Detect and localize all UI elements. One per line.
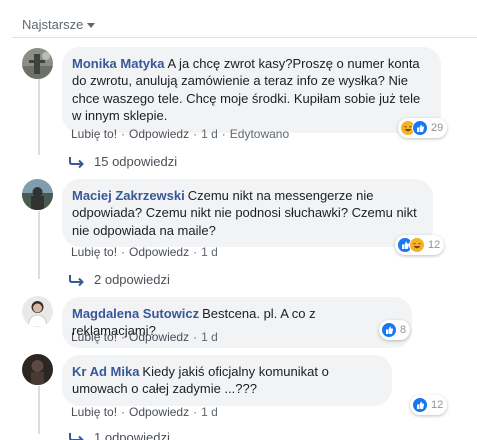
comment-author[interactable]: Magdalena Sutowicz <box>72 306 199 321</box>
comment-actions: Lubię to! · Odpowiedz · 1 d <box>71 245 218 259</box>
reaction-count: 12 <box>431 399 444 411</box>
view-replies-link[interactable]: 1 odpowiedzi <box>68 430 170 440</box>
view-replies-link[interactable]: 15 odpowiedzi <box>68 154 177 169</box>
comment-bubble: Kr Ad Mika Kiedy jakiś oficjalny komunika… <box>62 355 392 406</box>
comment-bubble: Maciej Zakrzewski Czemu nikt na messenger… <box>62 179 433 248</box>
separator-dot: · <box>193 330 198 344</box>
reaction-summary[interactable]: 12 <box>395 235 445 255</box>
separator-dot: · <box>193 127 198 141</box>
like-link[interactable]: Lubię to! <box>71 330 117 344</box>
replies-count: 2 odpowiedzi <box>94 272 170 287</box>
comment-time[interactable]: 1 d <box>201 245 218 259</box>
comment-time[interactable]: 1 d <box>201 405 218 419</box>
like-icon <box>412 397 428 413</box>
reaction-count: 12 <box>428 239 441 251</box>
avatar[interactable] <box>22 179 53 210</box>
sort-label: Najstarsze <box>22 17 84 32</box>
comment-bubble: Monika Matyka A ja chcę zwrot kasy?Proszę… <box>62 47 441 133</box>
thread-line <box>38 386 40 434</box>
like-link[interactable]: Lubię to! <box>71 405 117 419</box>
separator-dot: · <box>193 245 198 259</box>
comment-actions: Lubię to! · Odpowiedz · 1 d <box>71 330 218 344</box>
separator-dot: · <box>121 405 126 419</box>
edited-label: Edytowano <box>229 127 290 141</box>
comment-author[interactable]: Monika Matyka <box>72 56 164 71</box>
haha-icon <box>409 237 425 253</box>
divider <box>12 37 477 38</box>
comment-time[interactable]: 1 d <box>201 330 218 344</box>
reply-link[interactable]: Odpowiedz <box>129 127 189 141</box>
view-replies-link[interactable]: 2 odpowiedzi <box>68 272 170 287</box>
thread-line <box>38 211 40 279</box>
separator-dot: · <box>121 245 126 259</box>
avatar[interactable] <box>22 48 53 79</box>
separator-dot: · <box>121 330 126 344</box>
avatar[interactable] <box>22 354 53 385</box>
reaction-count: 29 <box>431 122 444 134</box>
reaction-count: 8 <box>400 324 407 336</box>
sort-dropdown[interactable]: Najstarsze <box>22 17 96 32</box>
like-icon <box>381 322 397 338</box>
comment-time[interactable]: 1 d <box>201 127 218 141</box>
replies-count: 1 odpowiedzi <box>94 430 170 440</box>
reply-arrow-icon <box>69 156 84 168</box>
comment-actions: Lubię to! · Odpowiedz · 1 d <box>71 405 218 419</box>
reply-link[interactable]: Odpowiedz <box>129 245 189 259</box>
like-icon <box>412 120 428 136</box>
separator-dot: · <box>221 127 226 141</box>
avatar[interactable] <box>22 296 53 327</box>
comment-author[interactable]: Maciej Zakrzewski <box>72 188 185 203</box>
reply-arrow-icon <box>69 432 84 440</box>
comment-actions: Lubię to! · Odpowiedz · 1 d · Edytowano <box>71 127 289 141</box>
comment-author[interactable]: Kr Ad Mika <box>72 364 139 379</box>
like-link[interactable]: Lubię to! <box>71 127 117 141</box>
reply-link[interactable]: Odpowiedz <box>129 405 189 419</box>
separator-dot: · <box>193 405 198 419</box>
reaction-summary[interactable]: 8 <box>379 320 411 340</box>
reaction-summary[interactable]: 12 <box>410 395 448 415</box>
separator-dot: · <box>121 127 126 141</box>
caret-down-icon <box>87 22 96 28</box>
reaction-summary[interactable]: 29 <box>398 118 448 138</box>
replies-count: 15 odpowiedzi <box>94 154 178 169</box>
thread-line <box>38 79 40 155</box>
reply-link[interactable]: Odpowiedz <box>129 330 189 344</box>
reply-arrow-icon <box>69 274 84 286</box>
like-link[interactable]: Lubię to! <box>71 245 117 259</box>
